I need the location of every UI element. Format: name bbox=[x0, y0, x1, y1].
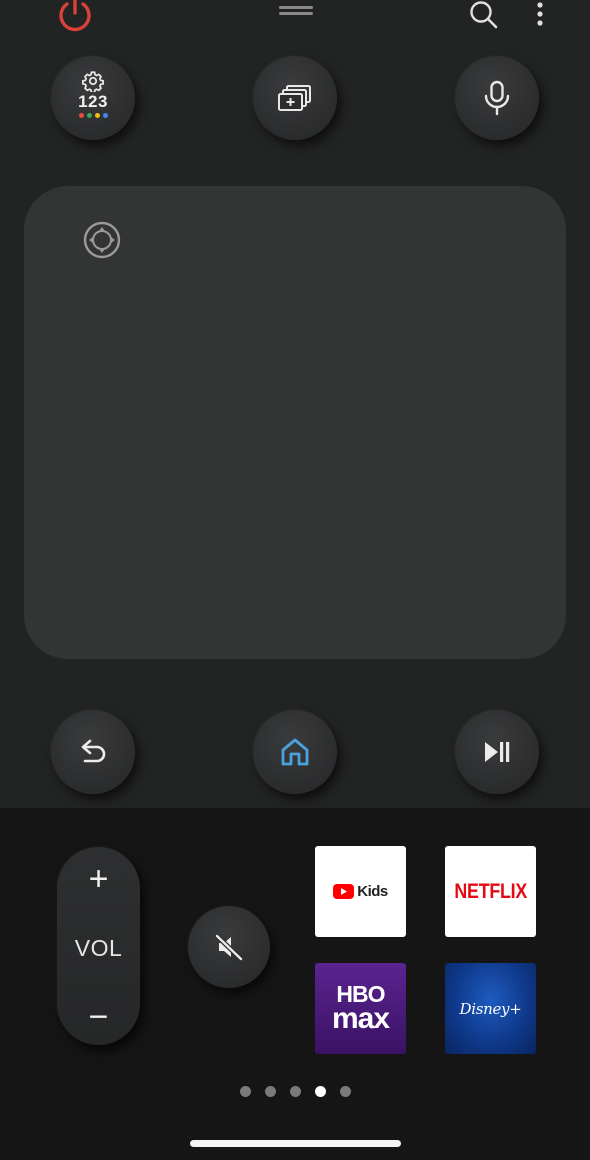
power-icon bbox=[59, 0, 91, 32]
mute-icon bbox=[215, 934, 243, 961]
source-button[interactable] bbox=[253, 56, 337, 140]
search-icon bbox=[470, 1, 498, 29]
mute-button[interactable] bbox=[188, 906, 270, 988]
drag-handle[interactable] bbox=[276, 2, 316, 18]
disney-plus-label: Disney+ bbox=[459, 999, 522, 1018]
search-button[interactable] bbox=[466, 0, 502, 30]
multi-screen-icon bbox=[278, 85, 311, 111]
page-dot-3[interactable] bbox=[290, 1086, 301, 1097]
page-dot-5[interactable] bbox=[340, 1086, 351, 1097]
more-options-button[interactable] bbox=[528, 0, 552, 30]
drag-handle-icon bbox=[279, 6, 313, 15]
back-button[interactable] bbox=[51, 710, 135, 794]
page-dot-4[interactable] bbox=[315, 1086, 326, 1097]
touchpad[interactable] bbox=[24, 186, 566, 659]
netflix-label: NETFLIX bbox=[454, 879, 527, 903]
max-label: max bbox=[331, 1002, 390, 1035]
more-vertical-icon bbox=[537, 2, 543, 26]
home-indicator-bar[interactable] bbox=[190, 1140, 401, 1147]
number-pad-button[interactable]: 123 bbox=[51, 56, 135, 140]
yellow-dot bbox=[95, 113, 100, 118]
app-youtube-kids[interactable]: Kids bbox=[315, 846, 406, 937]
color-dots bbox=[79, 113, 109, 119]
home-button[interactable] bbox=[253, 710, 337, 794]
back-arrow-icon bbox=[81, 739, 106, 763]
play-pause-button[interactable] bbox=[455, 710, 539, 794]
green-dot bbox=[87, 113, 92, 118]
home-icon bbox=[281, 738, 309, 766]
voice-button[interactable] bbox=[455, 56, 539, 140]
app-netflix[interactable]: NETFLIX bbox=[445, 846, 536, 937]
volume-down-button[interactable]: − bbox=[57, 993, 140, 1041]
microphone-icon bbox=[484, 80, 510, 116]
page-dot-1[interactable] bbox=[240, 1086, 251, 1097]
gear-icon bbox=[82, 71, 104, 92]
red-dot bbox=[79, 113, 84, 118]
directional-pad-icon bbox=[83, 221, 121, 259]
play-pause-icon bbox=[485, 742, 510, 762]
page-dot-2[interactable] bbox=[265, 1086, 276, 1097]
power-button[interactable] bbox=[56, 0, 94, 34]
youtube-kids-label: Kids bbox=[357, 883, 388, 900]
app-disney-plus[interactable]: Disney+ bbox=[445, 963, 536, 1054]
youtube-play-icon bbox=[333, 884, 355, 899]
volume-up-button[interactable]: + bbox=[57, 855, 140, 903]
volume-rocker: + VOL − bbox=[57, 847, 140, 1045]
app-hbo-max[interactable]: HBO max bbox=[315, 963, 406, 1054]
blue-dot bbox=[103, 113, 108, 118]
volume-label: VOL bbox=[74, 935, 123, 961]
number-pad-label: 123 bbox=[78, 92, 108, 111]
